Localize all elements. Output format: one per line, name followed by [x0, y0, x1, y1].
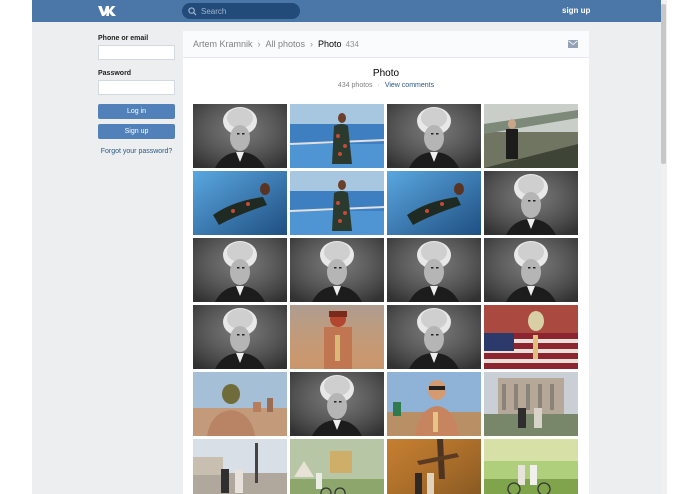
login-panel: Phone or email Password Log in Sign up F…: [98, 34, 175, 155]
breadcrumb: Artem Kramnik › All photos › Photo 434: [183, 31, 589, 58]
photo-thumbnail[interactable]: [484, 439, 578, 494]
photo-thumbnail[interactable]: [484, 171, 578, 235]
photo-thumbnail[interactable]: [193, 439, 287, 494]
photo-thumbnail[interactable]: [193, 305, 287, 369]
photo-thumbnail[interactable]: [387, 439, 481, 494]
view-comments-link[interactable]: View comments: [385, 82, 434, 89]
breadcrumb-count: 434: [345, 39, 359, 49]
photo-thumbnail[interactable]: [193, 104, 287, 168]
photo-thumbnail[interactable]: [484, 372, 578, 436]
photo-thumbnail[interactable]: [290, 439, 384, 494]
photo-thumbnail[interactable]: [484, 104, 578, 168]
photo-thumbnail[interactable]: [387, 171, 481, 235]
photo-count: 434 photos: [337, 82, 373, 89]
album-title: Photo: [372, 68, 400, 79]
password-field[interactable]: [98, 80, 175, 95]
photo-album-panel: Artem Kramnik › All photos › Photo 434 P…: [183, 31, 589, 494]
breadcrumb-all-photos[interactable]: All photos: [266, 39, 306, 49]
password-label: Password: [98, 70, 132, 77]
separator-dot: ·: [377, 82, 380, 89]
photo-grid: [193, 104, 580, 494]
vk-logo-icon[interactable]: [97, 4, 117, 18]
phone-field[interactable]: [98, 45, 175, 60]
breadcrumb-separator-icon: ›: [310, 39, 314, 49]
photo-thumbnail[interactable]: [193, 238, 287, 302]
page: sign up Phone or email Password Log in S…: [0, 0, 695, 494]
phone-label: Phone or email: [98, 35, 149, 42]
top-bar: sign up: [32, 0, 661, 22]
photo-thumbnail[interactable]: [290, 171, 384, 235]
login-button[interactable]: Log in: [98, 104, 175, 119]
photo-thumbnail[interactable]: [193, 372, 287, 436]
breadcrumb-separator-icon: ›: [257, 39, 261, 49]
forgot-password-link[interactable]: Forgot your password?: [98, 148, 175, 155]
signup-link[interactable]: sign up: [562, 6, 590, 15]
photo-thumbnail[interactable]: [290, 104, 384, 168]
photo-thumbnail[interactable]: [193, 171, 287, 235]
photo-thumbnail[interactable]: [290, 305, 384, 369]
breadcrumb-owner[interactable]: Artem Kramnik: [193, 39, 253, 49]
photo-thumbnail[interactable]: [387, 372, 481, 436]
message-icon[interactable]: [568, 40, 578, 48]
scrollbar-thumb[interactable]: [661, 4, 666, 164]
photo-thumbnail[interactable]: [484, 238, 578, 302]
search-box[interactable]: [182, 3, 300, 19]
search-input[interactable]: [201, 6, 296, 16]
search-icon: [188, 6, 197, 16]
photo-thumbnail[interactable]: [484, 305, 578, 369]
photo-thumbnail[interactable]: [387, 104, 481, 168]
photo-thumbnail[interactable]: [290, 238, 384, 302]
photo-thumbnail[interactable]: [290, 372, 384, 436]
album-meta: 434 photos · View comments: [183, 82, 589, 89]
vk-page: sign up Phone or email Password Log in S…: [32, 0, 661, 494]
photo-thumbnail[interactable]: [387, 305, 481, 369]
breadcrumb-current: Photo: [318, 39, 342, 49]
signup-button[interactable]: Sign up: [98, 124, 175, 139]
photo-thumbnail[interactable]: [387, 238, 481, 302]
